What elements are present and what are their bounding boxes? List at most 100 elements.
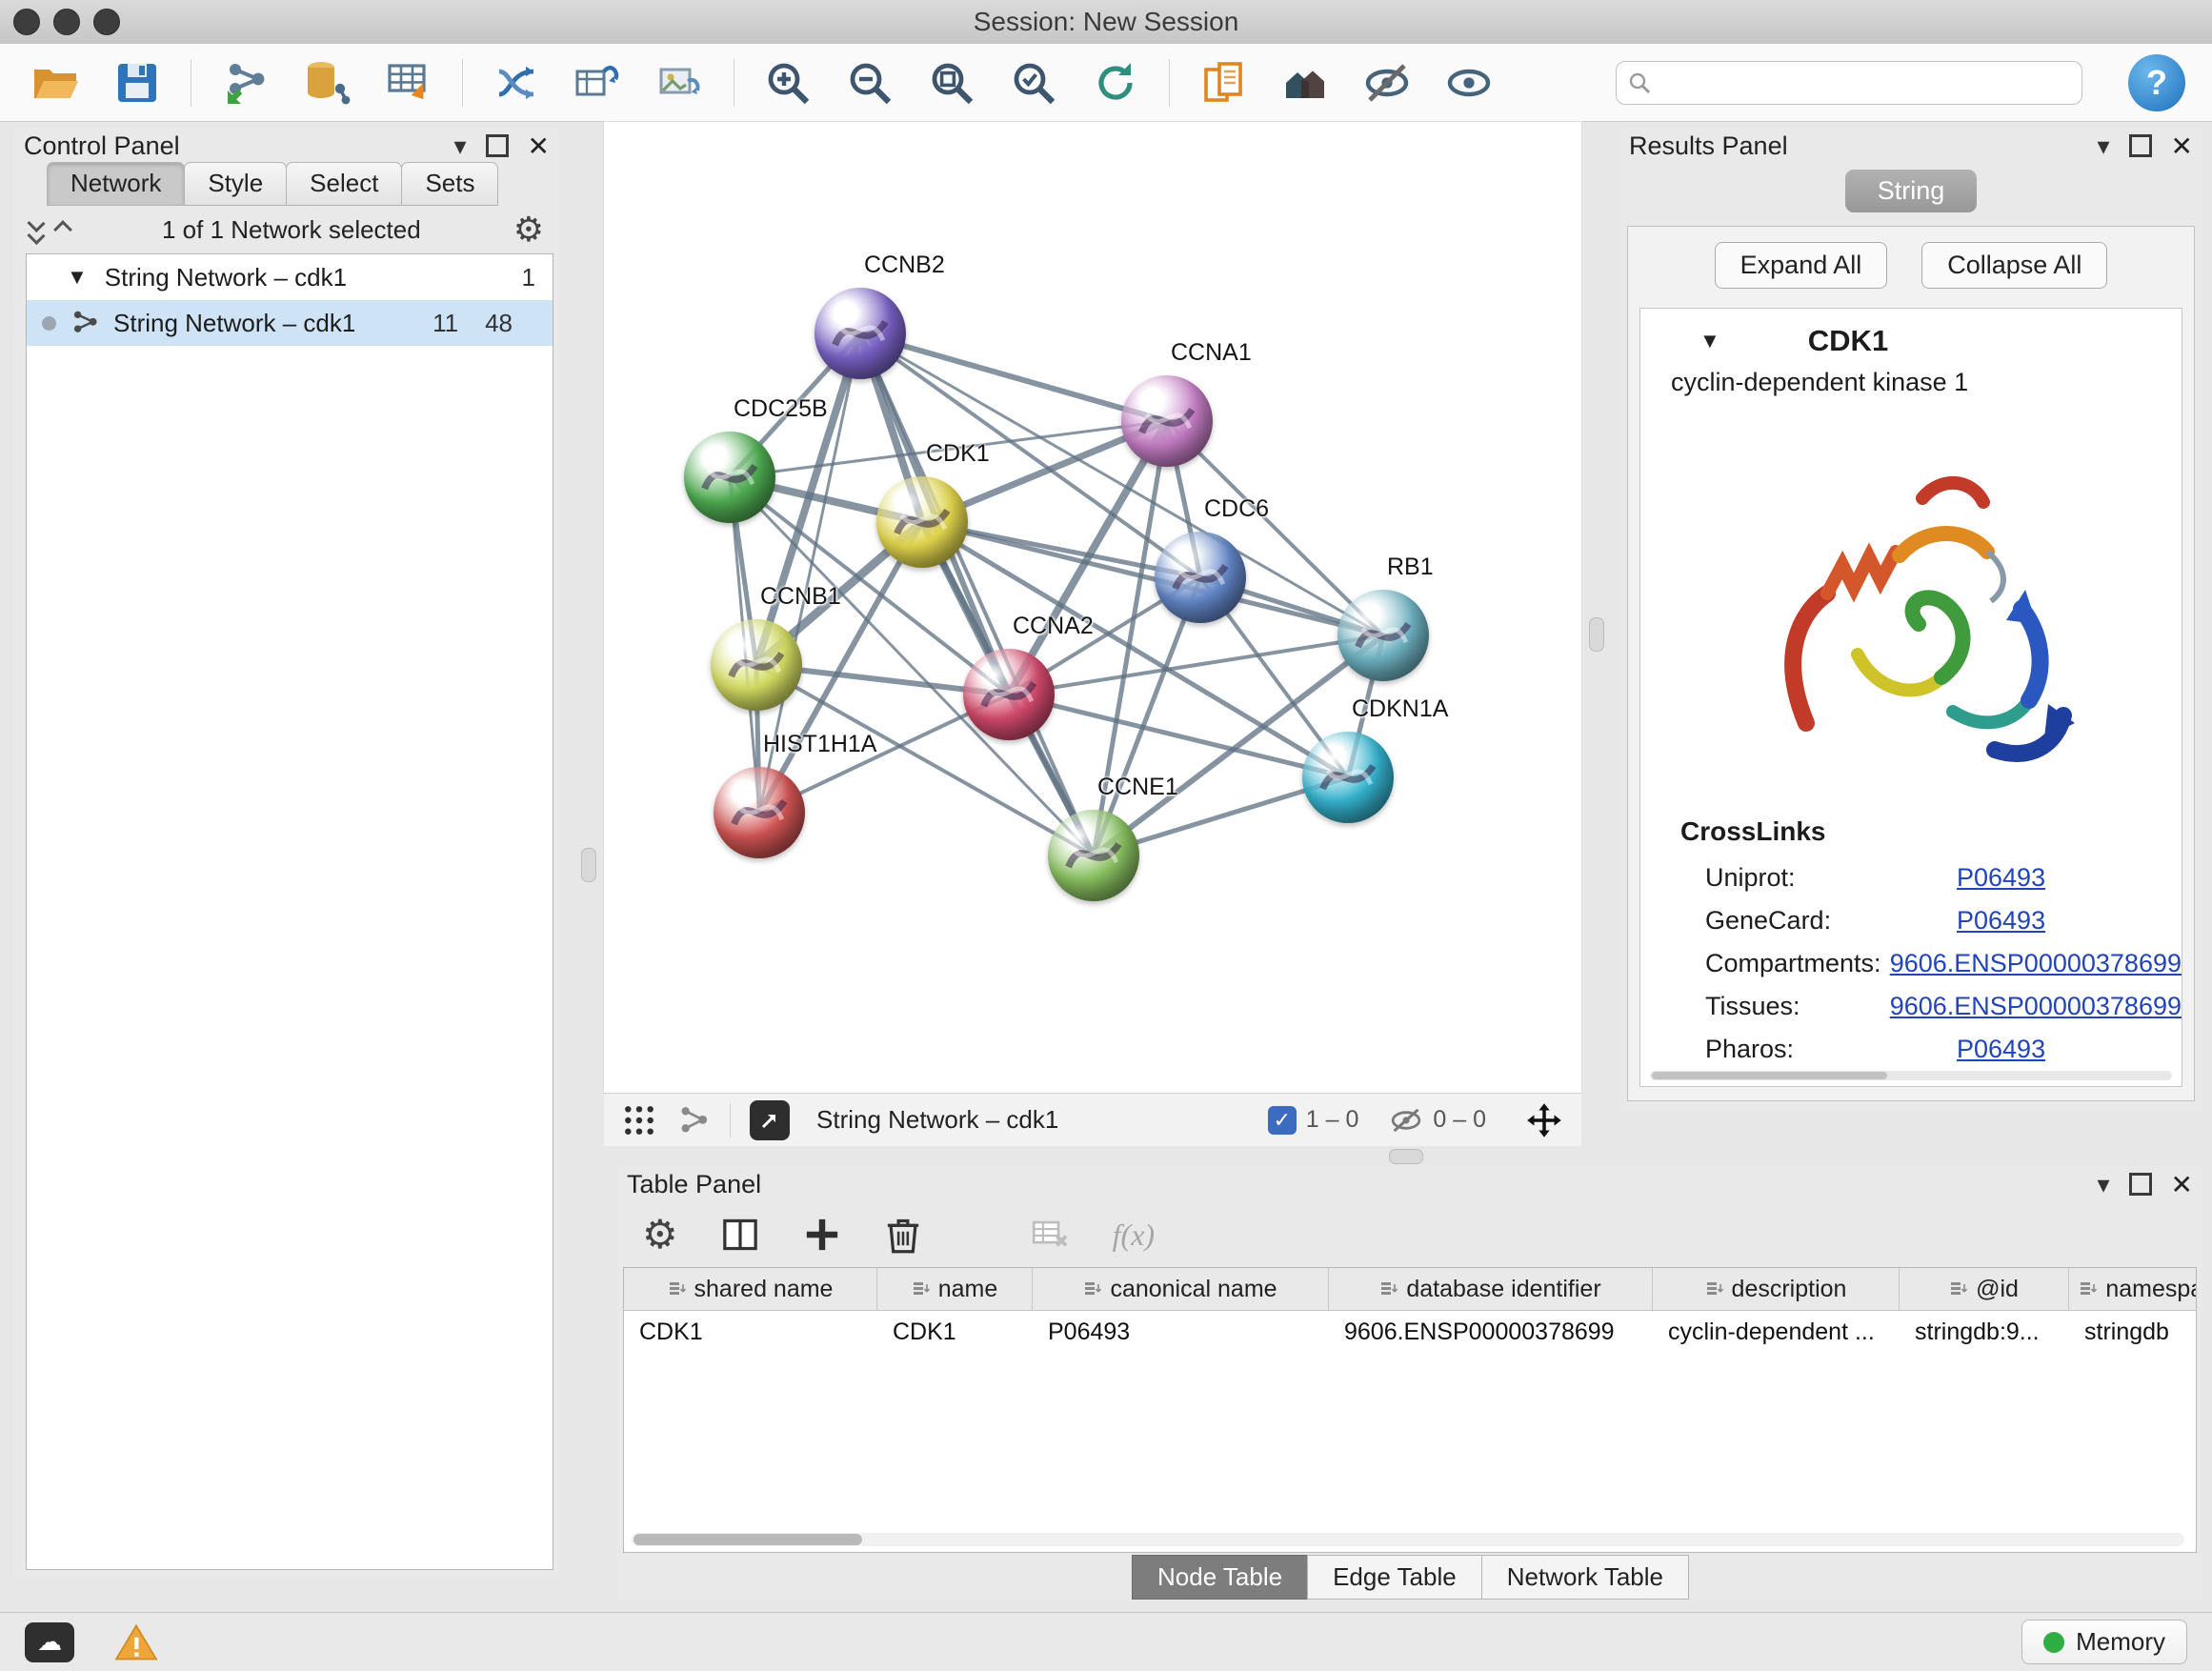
zoom-selected-icon[interactable] [1005, 54, 1062, 111]
crosslink-value[interactable]: P06493 [1957, 863, 2045, 893]
panel-close-icon[interactable]: ✕ [2171, 131, 2193, 162]
panel-menu-icon[interactable]: ▾ [2097, 131, 2109, 161]
shuffle-network-icon[interactable] [488, 54, 545, 111]
export-image-icon[interactable] [652, 54, 709, 111]
network-node-hist1h1a[interactable] [714, 767, 805, 858]
network-row-selected[interactable]: String Network – cdk1 11 48 [27, 300, 553, 346]
network-edge[interactable] [860, 333, 1094, 856]
add-column-icon[interactable] [802, 1215, 842, 1255]
network-overview-icon[interactable] [676, 1103, 711, 1137]
tab-node-table[interactable]: Node Table [1132, 1555, 1308, 1600]
network-collection-row[interactable]: ▼ String Network – cdk1 1 [27, 254, 553, 300]
tree-expand-icon[interactable]: ▼ [67, 265, 88, 290]
table-settings-gear-icon[interactable]: ⚙ [642, 1215, 678, 1255]
zoom-in-icon[interactable] [759, 54, 816, 111]
results-hscrollbar[interactable] [1650, 1071, 2172, 1080]
cloud-icon[interactable]: ☁ [25, 1622, 74, 1662]
table-hscrollbar[interactable] [632, 1533, 2184, 1546]
refresh-icon[interactable] [1087, 54, 1144, 111]
network-edge[interactable] [922, 522, 1383, 635]
panel-float-icon[interactable] [2129, 1173, 2152, 1196]
network-options-gear-icon[interactable]: ⚙ [513, 212, 544, 247]
network-node-ccna1[interactable] [1121, 375, 1213, 467]
panel-menu-icon[interactable]: ▾ [453, 131, 466, 161]
table-cell[interactable]: 9606.ENSP00000378699 [1329, 1311, 1653, 1353]
column-header--id[interactable]: @id [1900, 1268, 2069, 1310]
help-icon[interactable]: ? [2128, 54, 2185, 111]
tab-edge-table[interactable]: Edge Table [1307, 1555, 1482, 1600]
hide-selected-icon[interactable] [1358, 54, 1416, 111]
tab-sets[interactable]: Sets [401, 162, 498, 206]
tab-network-table[interactable]: Network Table [1481, 1555, 1689, 1600]
splitter-handle[interactable] [1589, 617, 1604, 652]
network-from-table-icon[interactable] [570, 54, 627, 111]
panel-close-icon[interactable]: ✕ [2171, 1169, 2193, 1200]
hidden-items-icon[interactable] [1389, 1103, 1423, 1137]
tab-string[interactable]: String [1845, 170, 1978, 212]
save-session-icon[interactable] [109, 54, 166, 111]
show-columns-icon[interactable] [720, 1215, 760, 1255]
column-header-canonical-name[interactable]: canonical name [1033, 1268, 1329, 1310]
fit-content-icon[interactable] [1524, 1100, 1564, 1140]
table-cell[interactable]: CDK1 [877, 1311, 1033, 1353]
panel-float-icon[interactable] [486, 134, 509, 157]
network-node-rb1[interactable] [1337, 590, 1429, 681]
scrollbar-thumb[interactable] [1652, 1072, 1887, 1079]
warning-icon[interactable] [114, 1622, 158, 1662]
expand-all-button[interactable]: Expand All [1715, 242, 1888, 289]
network-node-ccna2[interactable] [963, 649, 1055, 740]
memory-button[interactable]: Memory [2021, 1620, 2187, 1664]
table-cell[interactable]: cyclin-dependent ... [1653, 1311, 1900, 1353]
open-session-icon[interactable] [27, 54, 84, 111]
table-cell[interactable]: stringdb:9... [1900, 1311, 2069, 1353]
zoom-out-icon[interactable] [841, 54, 898, 111]
search-input[interactable] [1616, 61, 2082, 105]
panel-menu-icon[interactable]: ▾ [2097, 1170, 2109, 1199]
network-node-cdc6[interactable] [1155, 532, 1246, 623]
scrollbar-thumb[interactable] [633, 1534, 862, 1545]
zoom-fit-icon[interactable] [923, 54, 980, 111]
column-header-description[interactable]: description [1653, 1268, 1900, 1310]
duplicate-document-icon[interactable] [1195, 54, 1252, 111]
toolbar-separator [1169, 59, 1170, 107]
grid-view-icon[interactable] [621, 1102, 657, 1138]
first-neighbors-icon[interactable] [1277, 54, 1334, 111]
collapse-all-icon[interactable] [30, 217, 43, 242]
import-network-database-icon[interactable] [298, 54, 355, 111]
panel-float-icon[interactable] [2129, 134, 2152, 157]
panel-close-icon[interactable]: ✕ [528, 131, 550, 162]
splitter-handle[interactable] [581, 848, 596, 882]
column-header-database-identifier[interactable]: database identifier [1329, 1268, 1653, 1310]
network-node-cdkn1a[interactable] [1302, 732, 1394, 823]
splitter-handle[interactable] [1389, 1149, 1423, 1164]
table-row[interactable]: CDK1CDK1P064939606.ENSP00000378699cyclin… [624, 1311, 2196, 1353]
tab-select[interactable]: Select [286, 162, 402, 206]
tab-style[interactable]: Style [184, 162, 287, 206]
network-canvas[interactable]: CCNB2CCNA1CDC25BCDK1CDC6RB1CCNB1CCNA2CDK… [604, 122, 1581, 1093]
network-node-cdk1[interactable] [876, 476, 968, 568]
tab-network[interactable]: Network [47, 162, 185, 206]
delete-column-icon[interactable] [884, 1215, 922, 1255]
network-node-cdc25b[interactable] [684, 432, 775, 523]
network-node-ccne1[interactable] [1048, 810, 1139, 901]
column-header-name[interactable]: name [877, 1268, 1033, 1310]
show-all-icon[interactable] [1440, 54, 1498, 111]
import-table-icon[interactable] [380, 54, 437, 111]
column-header-shared-name[interactable]: shared name [624, 1268, 877, 1310]
import-network-file-icon[interactable] [216, 54, 273, 111]
network-node-ccnb2[interactable] [814, 288, 906, 379]
table-cell[interactable]: stringdb [2069, 1311, 2196, 1353]
section-collapse-icon[interactable]: ▼ [1699, 329, 1720, 353]
crosslink-value[interactable]: 9606.ENSP00000378699 [1890, 949, 2182, 978]
selected-items-icon[interactable]: ✓ [1268, 1106, 1297, 1135]
table-cell[interactable]: P06493 [1033, 1311, 1329, 1353]
expand-all-icon[interactable] [56, 217, 70, 242]
crosslink-value[interactable]: 9606.ENSP00000378699 [1890, 992, 2182, 1021]
network-node-ccnb1[interactable] [711, 619, 802, 711]
crosslink-value[interactable]: P06493 [1957, 1035, 2045, 1064]
collapse-all-button[interactable]: Collapse All [1921, 242, 2107, 289]
crosslink-value[interactable]: P06493 [1957, 906, 2045, 936]
annotation-mode-icon[interactable] [750, 1100, 790, 1140]
table-cell[interactable]: CDK1 [624, 1311, 877, 1353]
column-header-namespac[interactable]: namespac [2069, 1268, 2196, 1310]
